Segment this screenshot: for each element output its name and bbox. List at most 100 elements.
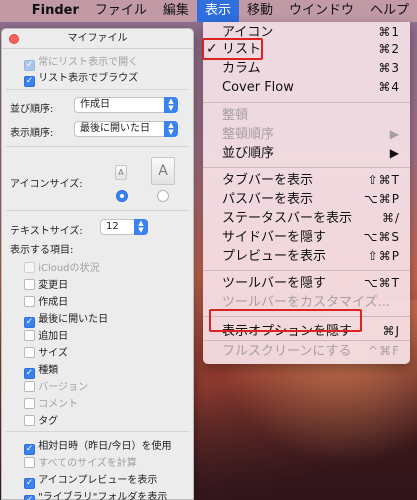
menu-item-column[interactable]: カラム ⌘3: [203, 59, 410, 78]
checkbox[interactable]: ✓: [24, 76, 35, 87]
divider: [6, 146, 189, 147]
checkbox[interactable]: [24, 296, 35, 307]
checkbox[interactable]: [24, 279, 35, 290]
menu-separator: [203, 340, 410, 341]
menu-item-label: 整頓: [222, 108, 249, 123]
arrange-label: 表示順序:: [10, 128, 54, 139]
menu-item-shortcut: ⇧⌘P: [367, 249, 400, 263]
menu-view[interactable]: 表示: [196, 0, 239, 22]
checkbox: [24, 262, 35, 273]
text-size-select[interactable]: 12 ▲ ▼: [100, 219, 148, 235]
column-option-kind[interactable]: ✓ 種類: [24, 361, 58, 379]
column-option-size[interactable]: サイズ: [24, 344, 68, 359]
menu-item-label: フルスクリーンにする: [222, 344, 352, 359]
menu-item-shortcut: ⌥⌘T: [363, 276, 400, 290]
checkbox[interactable]: [24, 457, 35, 468]
menu-item-sort-by[interactable]: 並び順序 ▶: [203, 144, 410, 163]
checkbox[interactable]: [24, 415, 35, 426]
show-columns-label: 表示する項目:: [10, 245, 74, 256]
column-option-modified[interactable]: 変更日: [24, 276, 68, 291]
highlight-box-view-options: [209, 309, 362, 332]
divider: [6, 431, 189, 432]
view-options-panel: マイファイル ✓ 常にリスト表示で開く ✓ リスト表示でブラウズ 並び順序: 作…: [1, 28, 194, 500]
icon-preview-option[interactable]: ✓ アイコンプレビューを表示: [24, 471, 157, 489]
menu-item-shortcut: ⇧⌘T: [367, 173, 400, 187]
column-option-created[interactable]: 作成日: [24, 293, 68, 308]
arrange-select[interactable]: 最後に開いた日 ▲ ▼: [74, 121, 178, 137]
close-button[interactable]: [9, 34, 19, 44]
menu-finder[interactable]: Finder: [28, 0, 87, 22]
text-size-value: 12: [106, 221, 119, 232]
menu-item-show-path-bar[interactable]: パスバーを表示 ⌥⌘P: [203, 190, 410, 209]
browse-list-option[interactable]: ✓ リスト表示でブラウズ: [24, 69, 138, 87]
checkbox-label: すべてのサイズを計算: [38, 458, 137, 469]
checkbox-label: 常にリスト表示で開く: [38, 57, 139, 68]
menu-item-cleanup: 整頓: [203, 106, 410, 125]
calc-sizes-option[interactable]: すべてのサイズを計算: [24, 454, 137, 469]
checkbox-label: "ライブラリ"フォルダを表示: [38, 492, 168, 500]
menu-item-label: プレビューを表示: [222, 249, 327, 264]
menu-item-shortcut: ⌘4: [378, 80, 400, 94]
column-option-comments[interactable]: コメント: [24, 395, 78, 410]
icon-size-label: アイコンサイズ:: [10, 179, 83, 190]
checkbox[interactable]: [24, 330, 35, 341]
divider: [6, 210, 189, 211]
panel-title: マイファイル: [67, 33, 128, 44]
menu-item-hide-toolbar[interactable]: ツールバーを隠す ⌥⌘T: [203, 274, 410, 293]
checkbox-label: 変更日: [38, 280, 69, 291]
menu-edit[interactable]: 編集: [155, 0, 197, 22]
menu-item-label: パスバーを表示: [222, 192, 314, 207]
menu-item-shortcut: ⌘J: [382, 324, 400, 338]
checkbox[interactable]: [24, 381, 35, 392]
menu-item-label: ツールバーを隠す: [222, 276, 327, 291]
checkbox-label: アイコンプレビューを表示: [38, 475, 158, 486]
sort-label: 並び順序:: [10, 104, 54, 115]
checkbox[interactable]: [24, 347, 35, 358]
checkbox-label: iCloudの状況: [38, 263, 100, 274]
view-menu: アイコン ⌘1 ✓ リスト ⌘2 カラム ⌘3 Cover Flow ⌘4 整頓…: [202, 22, 410, 364]
column-option-icloud: iCloudの状況: [24, 259, 100, 274]
highlight-box-list: [202, 38, 263, 60]
menu-bar: Finder ファイル 編集 表示 移動 ウインドウ ヘルプ: [0, 0, 417, 22]
menu-item-label: タブバーを表示: [222, 173, 314, 188]
menu-item-show-status-bar[interactable]: ステータスバーを表示 ⌘/: [203, 209, 410, 228]
menu-item-shortcut: ⌘/: [381, 211, 400, 225]
checkbox[interactable]: [24, 398, 35, 409]
arrange-value: 最後に開いた日: [80, 123, 150, 134]
submenu-arrow-icon: ▶: [389, 127, 400, 141]
submenu-arrow-icon: ▶: [389, 146, 400, 160]
column-option-tags[interactable]: タグ: [24, 412, 58, 427]
menu-item-label: カラム: [222, 61, 261, 76]
relative-dates-option[interactable]: ✓ 相対日時（昨日/今日）を使用: [24, 437, 172, 455]
library-folder-option[interactable]: ✓ "ライブラリ"フォルダを表示: [24, 488, 167, 500]
checkbox-label: 追加日: [38, 331, 69, 342]
small-icon-radio[interactable]: [116, 190, 128, 202]
menu-item-label: サイドバーを隠す: [222, 230, 327, 245]
menu-item-hide-sidebar[interactable]: サイドバーを隠す ⌥⌘S: [203, 228, 410, 247]
menu-item-shortcut: ⌥⌘S: [363, 230, 400, 244]
column-option-version[interactable]: バージョン: [24, 378, 88, 393]
checkbox-label: 種類: [38, 365, 59, 376]
menu-help[interactable]: ヘルプ: [362, 0, 417, 22]
menu-window[interactable]: ウインドウ: [281, 0, 362, 22]
menu-item-show-preview[interactable]: プレビューを表示 ⇧⌘P: [203, 247, 410, 266]
divider: [6, 89, 189, 90]
menu-item-coverflow[interactable]: Cover Flow ⌘4: [203, 78, 410, 97]
menu-separator: [203, 167, 410, 168]
checkbox-label: サイズ: [38, 348, 68, 359]
large-icon-radio[interactable]: [157, 190, 169, 202]
small-icon-preview: A: [115, 165, 127, 180]
column-option-added[interactable]: 追加日: [24, 327, 68, 342]
menu-item-show-tab-bar[interactable]: タブバーを表示 ⇧⌘T: [203, 171, 410, 190]
menu-item-label: Cover Flow: [222, 80, 294, 95]
menu-go[interactable]: 移動: [239, 0, 281, 22]
sort-value: 作成日: [80, 99, 110, 110]
sort-select[interactable]: 作成日 ▲ ▼: [74, 97, 178, 113]
large-icon-preview: A: [151, 157, 175, 185]
chevron-updown-icon: ▲ ▼: [164, 97, 178, 113]
menu-item-shortcut: ⌘3: [378, 61, 400, 75]
column-option-last-opened[interactable]: ✓ 最後に開いた日: [24, 310, 108, 328]
checkbox[interactable]: ✓: [24, 495, 35, 500]
menu-file[interactable]: ファイル: [87, 0, 155, 22]
menu-item-label: ステータスバーを表示: [222, 211, 353, 226]
